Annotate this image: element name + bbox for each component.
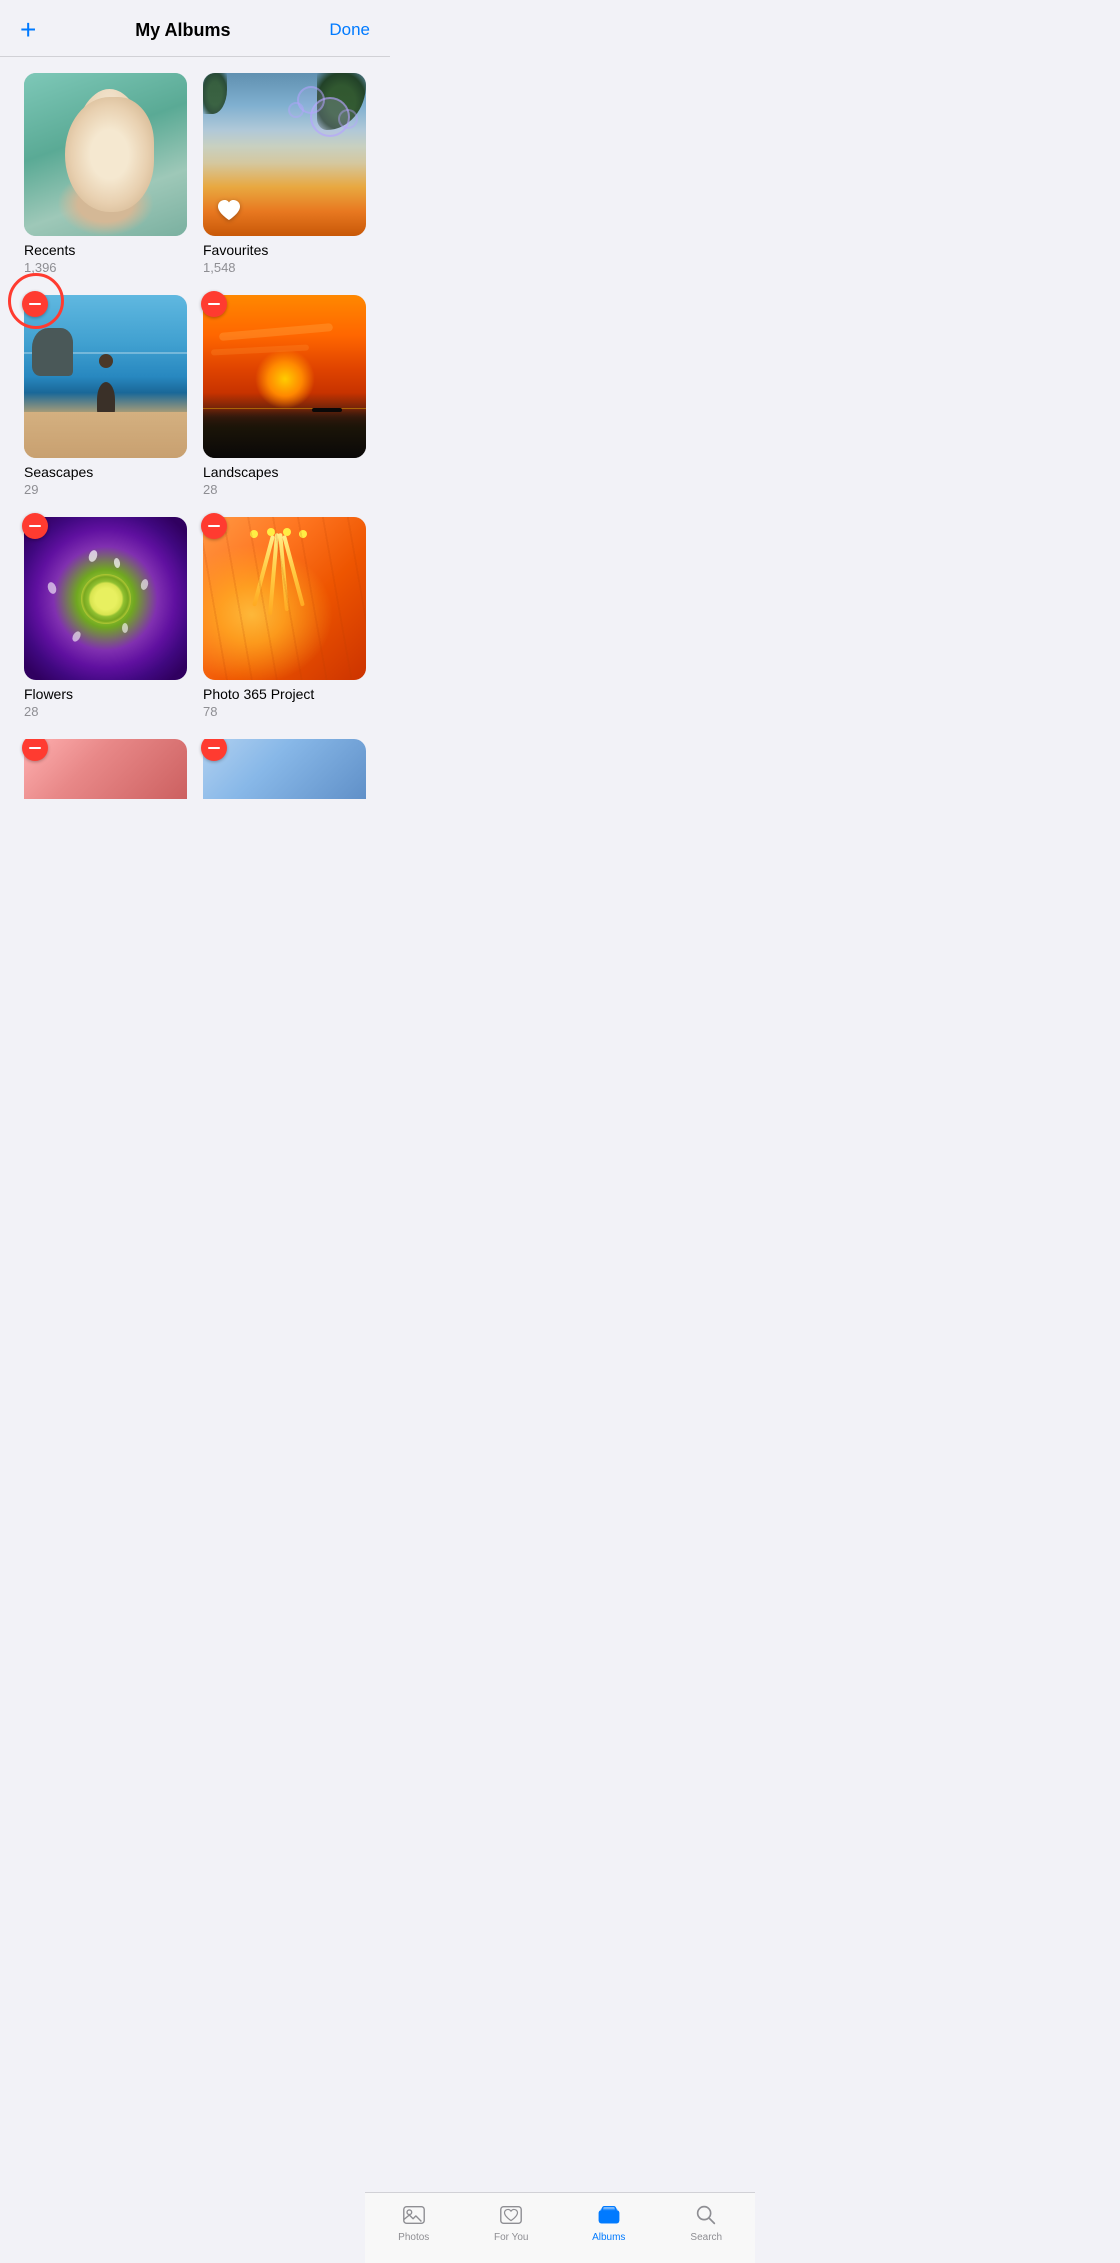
done-button[interactable]: Done xyxy=(329,20,370,40)
delete-photo365-button[interactable] xyxy=(201,513,227,539)
album-item-partial1[interactable] xyxy=(16,739,195,799)
album-thumb-partial1 xyxy=(24,739,187,799)
albums-scroll-content: Recents 1,396 F xyxy=(0,57,390,889)
search-tab-label: Search xyxy=(690,2232,722,2243)
search-tab-icon xyxy=(692,2201,720,2229)
album-name-flowers: Flowers xyxy=(24,686,187,702)
favourites-heart-icon xyxy=(213,194,245,226)
tab-for-you[interactable]: For You xyxy=(481,2201,541,2243)
delete-seascapes-button[interactable] xyxy=(22,291,48,317)
album-name-recents: Recents xyxy=(24,242,187,258)
albums-tab-icon xyxy=(595,2201,623,2229)
album-name-landscapes: Landscapes xyxy=(203,464,366,480)
tab-photos[interactable]: Photos xyxy=(384,2201,444,2243)
album-count-favourites: 1,548 xyxy=(203,260,366,275)
album-item-seascapes[interactable]: Seascapes 29 xyxy=(16,295,195,517)
tab-albums[interactable]: Albums xyxy=(579,2201,639,2243)
album-thumb-partial2 xyxy=(203,739,366,799)
add-album-button[interactable]: + xyxy=(20,16,36,44)
for-you-tab-icon xyxy=(497,2201,525,2229)
albums-tab-label: Albums xyxy=(592,2232,625,2243)
album-thumb-landscapes xyxy=(203,295,366,458)
page-title: My Albums xyxy=(135,20,230,41)
album-thumb-photo365 xyxy=(203,517,366,680)
album-count-landscapes: 28 xyxy=(203,482,366,497)
album-count-flowers: 28 xyxy=(24,704,187,719)
header: + My Albums Done xyxy=(0,0,390,57)
album-thumb-favourites xyxy=(203,73,366,236)
album-count-photo365: 78 xyxy=(203,704,366,719)
album-item-favourites[interactable]: Favourites 1,548 xyxy=(195,73,374,295)
album-thumb-flowers xyxy=(24,517,187,680)
photos-tab-icon xyxy=(400,2201,428,2229)
album-item-photo365[interactable]: Photo 365 Project 78 xyxy=(195,517,374,739)
album-count-recents: 1,396 xyxy=(24,260,187,275)
album-thumb-seascapes xyxy=(24,295,187,458)
tab-bar: Photos For You Albums xyxy=(365,2192,755,2263)
album-item-flowers[interactable]: Flowers 28 xyxy=(16,517,195,739)
album-item-recents[interactable]: Recents 1,396 xyxy=(16,73,195,295)
album-item-partial2[interactable] xyxy=(195,739,374,799)
albums-grid: Recents 1,396 F xyxy=(0,57,390,739)
album-name-favourites: Favourites xyxy=(203,242,366,258)
photos-tab-label: Photos xyxy=(398,2232,429,2243)
delete-landscapes-button[interactable] xyxy=(201,291,227,317)
album-count-seascapes: 29 xyxy=(24,482,187,497)
for-you-tab-label: For You xyxy=(494,2232,528,2243)
delete-flowers-button[interactable] xyxy=(22,513,48,539)
album-item-landscapes[interactable]: Landscapes 28 xyxy=(195,295,374,517)
album-name-seascapes: Seascapes xyxy=(24,464,187,480)
partial-albums-row xyxy=(0,739,390,799)
album-thumb-recents xyxy=(24,73,187,236)
album-name-photo365: Photo 365 Project xyxy=(203,686,366,702)
tab-search[interactable]: Search xyxy=(676,2201,736,2243)
